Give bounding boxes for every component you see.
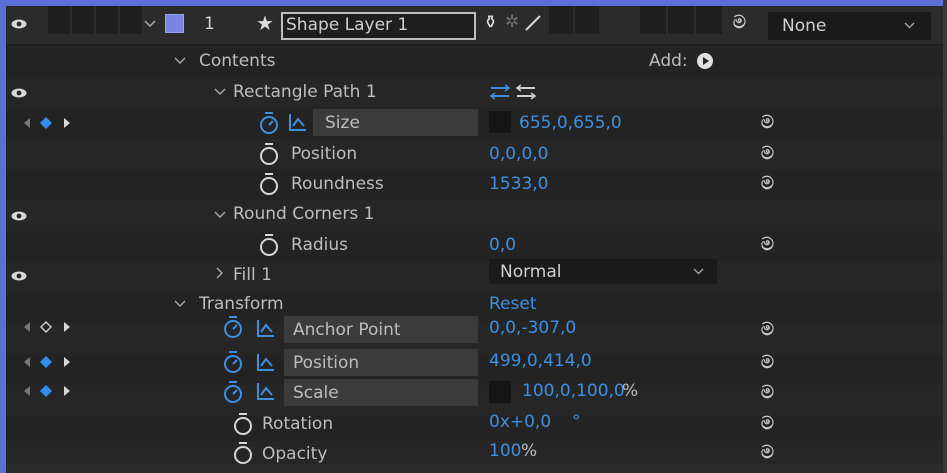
roundness-value[interactable]: 1533,0 bbox=[489, 174, 548, 194]
chevron-down-icon bbox=[693, 268, 704, 275]
scale-unit: % bbox=[622, 381, 639, 401]
stopwatch-icon[interactable] bbox=[258, 142, 280, 166]
path-position-value[interactable]: 0,0,0,0 bbox=[489, 144, 548, 164]
fill-row[interactable] bbox=[6, 261, 943, 292]
spiral-icon[interactable]: ම bbox=[761, 414, 774, 434]
chevron-down-icon[interactable] bbox=[174, 57, 186, 65]
opacity-value[interactable]: 100 bbox=[489, 441, 521, 461]
eye-icon[interactable] bbox=[11, 19, 27, 29]
solo-switch[interactable] bbox=[72, 6, 94, 34]
radius-value[interactable]: 0,0 bbox=[489, 235, 516, 255]
add-label: Add: bbox=[649, 51, 688, 71]
opacity-unit: % bbox=[521, 441, 538, 461]
path-position-row[interactable] bbox=[6, 139, 943, 170]
chevron-down-icon[interactable] bbox=[144, 20, 156, 28]
parent-value: None bbox=[782, 16, 827, 36]
anchor-point-value[interactable]: 0,0,-307,0 bbox=[489, 318, 576, 338]
pick-whip-icon[interactable]: ම bbox=[733, 13, 746, 33]
effect-switch[interactable] bbox=[549, 6, 573, 34]
label-cell[interactable] bbox=[120, 6, 142, 34]
scale-label: Scale bbox=[293, 383, 339, 403]
lock-switch[interactable] bbox=[96, 6, 118, 34]
rectangle-path-row[interactable] bbox=[6, 77, 943, 108]
quality-icon[interactable] bbox=[524, 14, 542, 32]
spiral-icon[interactable]: ම bbox=[761, 174, 774, 194]
anchor-point-label: Anchor Point bbox=[293, 320, 401, 340]
keyframe-nav-icon[interactable] bbox=[20, 384, 80, 398]
layer-index: 1 bbox=[204, 14, 215, 34]
play-icon[interactable] bbox=[696, 52, 714, 70]
stopwatch-icon[interactable] bbox=[232, 412, 254, 436]
contents-row[interactable] bbox=[6, 46, 943, 77]
roundness-label: Roundness bbox=[291, 174, 384, 194]
audio-switch[interactable] bbox=[48, 6, 70, 34]
shy-icon[interactable]: ⚱ bbox=[483, 12, 498, 33]
motion-blur-switch[interactable] bbox=[640, 6, 666, 34]
stopwatch-icon[interactable] bbox=[258, 233, 280, 257]
keyframe-nav-icon[interactable] bbox=[20, 116, 80, 130]
layer-name[interactable]: Shape Layer 1 bbox=[286, 15, 408, 35]
stopwatch-icon[interactable] bbox=[222, 380, 244, 404]
rectangle-path-label: Rectangle Path 1 bbox=[233, 82, 377, 102]
chevron-down-icon bbox=[904, 22, 915, 29]
scale-value[interactable]: 100,0,100,0 bbox=[522, 381, 625, 401]
3d-layer-switch[interactable] bbox=[696, 6, 722, 34]
keyframe-nav-icon[interactable] bbox=[20, 320, 80, 334]
radius-label: Radius bbox=[291, 235, 349, 255]
spiral-icon[interactable]: ම bbox=[761, 113, 774, 133]
spiral-icon[interactable]: ම bbox=[761, 443, 774, 463]
rotation-unit: ° bbox=[572, 412, 581, 432]
rotation-value[interactable]: 0x+0,0 bbox=[489, 412, 551, 432]
roundness-row[interactable] bbox=[6, 170, 943, 201]
blend-mode-value: Normal bbox=[500, 262, 562, 282]
spiral-icon[interactable]: ම bbox=[761, 383, 774, 403]
stopwatch-icon[interactable] bbox=[222, 350, 244, 374]
path-position-label: Position bbox=[291, 144, 358, 164]
constrain-proportions-box[interactable] bbox=[489, 111, 511, 133]
radius-row[interactable] bbox=[6, 231, 943, 262]
graph-icon[interactable] bbox=[256, 381, 276, 401]
transform-position-value[interactable]: 499,0,414,0 bbox=[489, 351, 592, 371]
reset-link[interactable]: Reset bbox=[489, 294, 537, 314]
graph-icon[interactable] bbox=[256, 352, 276, 372]
layer-color-label[interactable] bbox=[165, 14, 184, 33]
rotation-label: Rotation bbox=[262, 414, 334, 434]
chevron-down-icon[interactable] bbox=[214, 211, 226, 219]
adjustment-switch[interactable] bbox=[668, 6, 694, 34]
size-value[interactable]: 655,0,655,0 bbox=[519, 113, 622, 133]
chevron-right-icon[interactable] bbox=[216, 267, 224, 279]
next-layer-strip bbox=[6, 464, 943, 473]
frame-blend-switch[interactable] bbox=[575, 6, 599, 34]
transform-label: Transform bbox=[199, 294, 284, 314]
round-corners-row[interactable] bbox=[6, 200, 943, 231]
round-corners-label: Round Corners 1 bbox=[233, 204, 375, 224]
spiral-icon[interactable]: ම bbox=[761, 353, 774, 373]
stopwatch-icon[interactable] bbox=[258, 111, 280, 135]
graph-icon[interactable] bbox=[256, 318, 276, 338]
spiral-icon[interactable]: ම bbox=[761, 144, 774, 164]
eye-icon[interactable] bbox=[11, 211, 27, 221]
keyframe-nav-icon[interactable] bbox=[20, 355, 80, 369]
constrain-proportions-box[interactable] bbox=[489, 381, 511, 403]
chevron-down-icon[interactable] bbox=[174, 300, 186, 308]
stopwatch-icon[interactable] bbox=[222, 315, 244, 339]
fill-label: Fill 1 bbox=[233, 265, 272, 285]
chevron-down-icon[interactable] bbox=[214, 88, 226, 96]
panel-edge bbox=[943, 0, 947, 473]
spiral-icon[interactable]: ම bbox=[761, 235, 774, 255]
eye-icon[interactable] bbox=[11, 271, 27, 281]
spiral-icon[interactable]: ම bbox=[761, 320, 774, 340]
star-icon: ★ bbox=[256, 11, 274, 35]
stopwatch-icon[interactable] bbox=[258, 172, 280, 196]
path-direction-icon[interactable] bbox=[489, 83, 541, 101]
contents-label: Contents bbox=[199, 51, 276, 71]
graph-icon[interactable] bbox=[288, 112, 308, 132]
stopwatch-icon[interactable] bbox=[232, 441, 254, 465]
collapse-icon[interactable]: ✲ bbox=[505, 12, 519, 32]
size-label: Size bbox=[325, 113, 360, 133]
opacity-label: Opacity bbox=[262, 444, 328, 464]
eye-icon[interactable] bbox=[11, 88, 27, 98]
transform-position-label: Position bbox=[293, 353, 360, 373]
